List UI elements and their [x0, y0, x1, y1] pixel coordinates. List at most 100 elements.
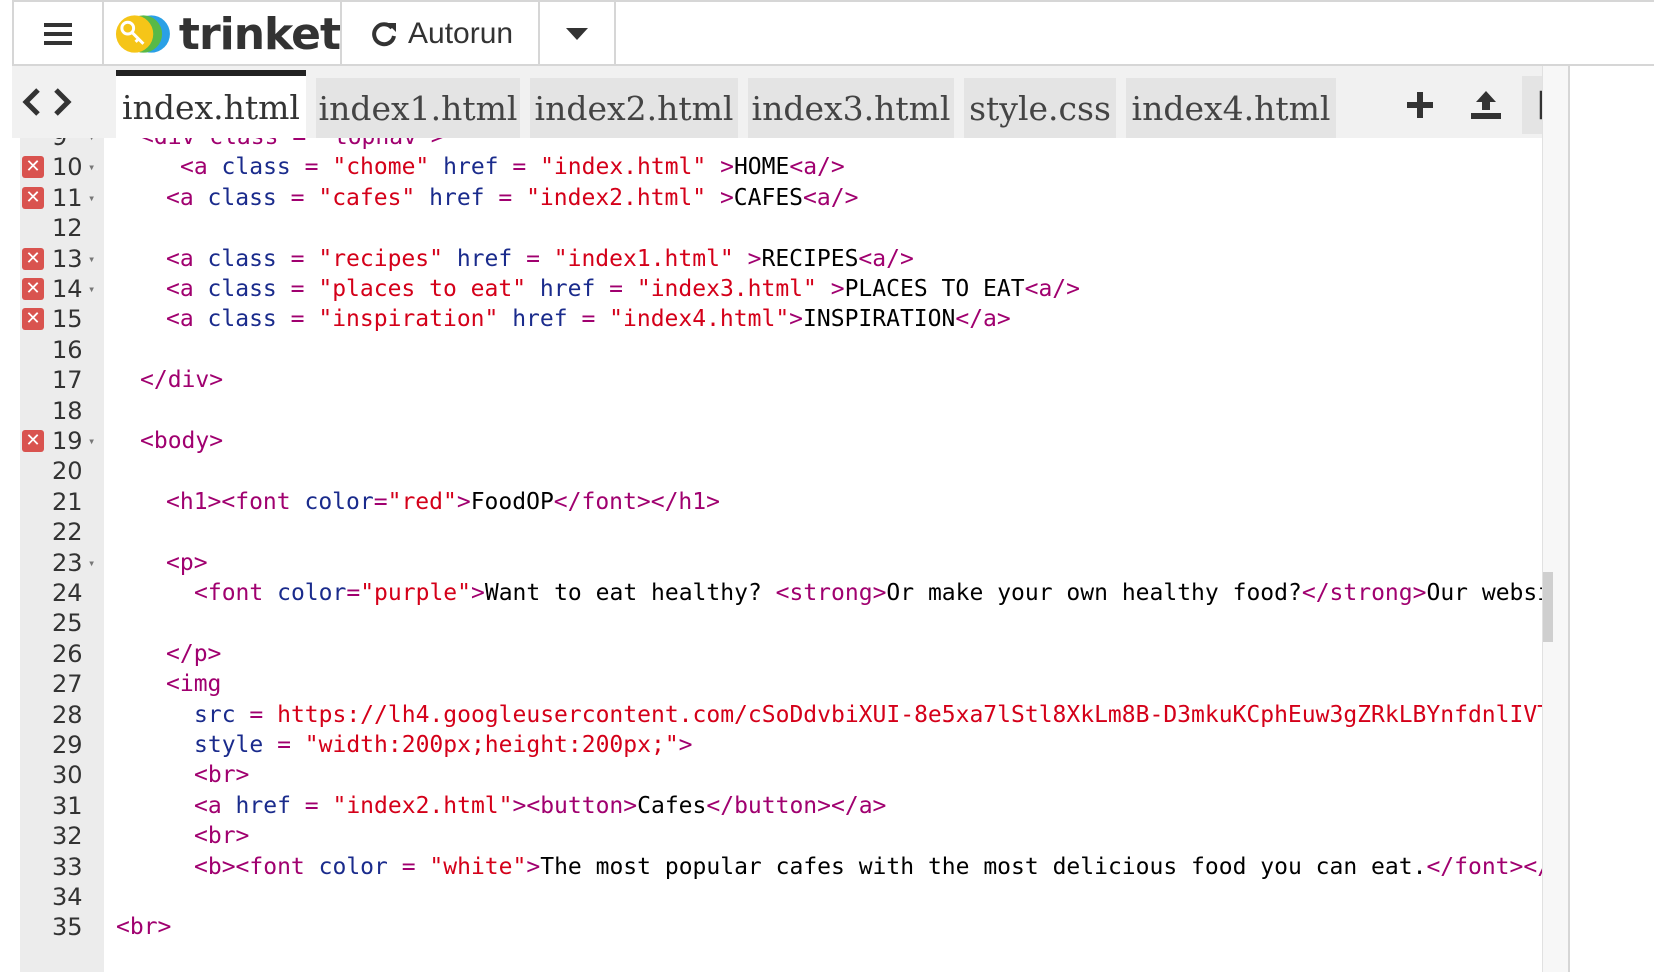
code-line[interactable]: 31 <a href = "index2.html"><button>Cafes<… [12, 791, 1542, 821]
code-tag: > [470, 580, 485, 606]
code-line[interactable]: 19 ✕ ▾ <body> [12, 426, 1542, 456]
code-content: <b><font color = "white">The most popula… [194, 852, 1542, 882]
code-attr: href [415, 184, 485, 211]
code-line[interactable]: 28 src = https://lh4.googleusercontent.co… [12, 700, 1542, 730]
plus-icon [1407, 92, 1433, 118]
code-attr: color [277, 580, 347, 606]
code-text: Want to eat healthy? [484, 580, 776, 606]
upload-icon [1471, 91, 1501, 119]
tab-index3-html[interactable]: index3.html [748, 78, 954, 138]
code-line[interactable]: 34 [12, 882, 1542, 912]
code-string: "index2.html" [526, 184, 707, 211]
code-attr: href [235, 792, 291, 819]
code-editor[interactable]: 9▾<div class = "topnav">10✕▾<a class = "… [12, 138, 1542, 972]
code-tag: > [526, 853, 541, 880]
code-tag: </font></h1> [553, 488, 720, 515]
code-text: HOME [733, 154, 790, 181]
code-line[interactable]: 11 ✕ ▾ <a class = "cafes" href = "index2.ht… [12, 183, 1542, 213]
code-string: "places to eat" [318, 276, 527, 302]
code-content: <img [166, 669, 221, 699]
code-text: RECIPES [761, 245, 859, 272]
code-line[interactable]: 16 [12, 335, 1542, 365]
code-line[interactable]: 20 [12, 456, 1542, 486]
editor-scrollbar-thumb[interactable] [1543, 572, 1553, 642]
fold-toggle-icon[interactable]: ▾ [88, 274, 95, 304]
code-string: "cafes" [318, 184, 416, 211]
code-line[interactable]: 24 <font color="purple">Want to eat healt… [12, 578, 1542, 608]
fold-toggle-icon[interactable]: ▾ [88, 426, 95, 456]
error-marker-icon[interactable]: ✕ [22, 430, 44, 452]
code-line[interactable]: 18 [12, 396, 1542, 426]
line-number: 30 [52, 761, 83, 790]
code-line[interactable]: 22 [12, 517, 1542, 547]
menu-button[interactable] [14, 2, 104, 66]
code-tag: </div> [140, 367, 224, 394]
tab-scroll-arrows [20, 86, 74, 118]
code-attr: class [207, 184, 277, 211]
code-line[interactable]: 10 ✕ ▾ <a class = "chome" href = "index.htm… [12, 152, 1542, 182]
code-line[interactable]: 17 </div> [12, 365, 1542, 395]
fold-toggle-icon[interactable]: ▾ [88, 548, 95, 578]
code-tag: <a/> [858, 245, 914, 272]
code-text: Our websit [1426, 580, 1542, 606]
tab-index-html[interactable]: index.html [116, 70, 306, 138]
line-number: 18 [52, 396, 83, 425]
error-marker-icon[interactable]: ✕ [22, 186, 44, 209]
autorun-label: Autorun [408, 17, 514, 50]
code-line[interactable]: 35 <br> [12, 912, 1542, 942]
code-line[interactable]: 14 ✕ ▾ <a class = "places to eat" href = "i… [12, 274, 1542, 304]
options-dropdown[interactable] [540, 2, 616, 66]
line-number: 16 [52, 335, 83, 364]
chevron-right-icon[interactable] [50, 86, 74, 118]
code-line[interactable]: 12 [12, 213, 1542, 243]
code-attr: href [526, 276, 596, 302]
code-tag: = [290, 792, 333, 819]
fold-toggle-icon[interactable]: ▾ [88, 183, 95, 213]
add-file-button[interactable] [1390, 76, 1450, 134]
code-attr: src [194, 701, 236, 728]
code-tag: </a> [955, 306, 1011, 333]
error-marker-icon[interactable]: ✕ [22, 308, 44, 331]
brand-name: trinket [178, 8, 341, 60]
code-string: "index.html" [540, 154, 707, 181]
error-marker-icon[interactable]: ✕ [22, 247, 44, 270]
refresh-icon [372, 22, 396, 47]
tab-index4-html[interactable]: index4.html [1126, 78, 1336, 138]
fold-toggle-icon[interactable]: ▾ [88, 152, 95, 182]
autorun-button[interactable]: Autorun [342, 2, 540, 66]
code-line[interactable]: 25 [12, 608, 1542, 638]
code-tag: = [235, 701, 278, 728]
tab-index2-html[interactable]: index2.html [530, 78, 738, 138]
code-content: <br> [194, 760, 249, 790]
code-tag: > [456, 488, 471, 515]
code-tag: <font [194, 580, 278, 606]
error-marker-icon[interactable]: ✕ [22, 278, 44, 300]
code-line[interactable]: 32 <br> [12, 821, 1542, 851]
code-line[interactable]: 13 ✕ ▾ <a class = "recipes" href = "index1.… [12, 244, 1542, 274]
editor-scrollbar[interactable] [1542, 66, 1569, 972]
code-line[interactable]: 23 ▾ <p> [12, 548, 1542, 578]
line-number: 24 [52, 579, 83, 607]
fold-toggle-icon[interactable]: ▾ [88, 244, 95, 274]
code-line[interactable]: 33 <b><font color = "white">The most popu… [12, 852, 1542, 882]
code-line[interactable]: 30 <br> [12, 760, 1542, 790]
trinket-logo[interactable]: trinket [104, 2, 342, 66]
code-line[interactable]: 27 <img [12, 669, 1542, 699]
code-line[interactable]: 29 style = "width:200px;height:200px;"> [12, 730, 1542, 760]
code-line[interactable]: 21 <h1><font color="red">FoodOP</font></h… [12, 487, 1542, 517]
upload-button[interactable] [1456, 76, 1516, 134]
fold-toggle-icon[interactable]: ▾ [88, 138, 95, 152]
code-line[interactable]: 26 </p> [12, 639, 1542, 669]
code-tag: <b><font [194, 853, 319, 880]
result-pane [1568, 66, 1654, 972]
code-string: "index4.html" [609, 306, 790, 333]
code-tag: </strong> [1301, 580, 1427, 606]
code-line[interactable]: 15 ✕ <a class = "inspiration" href = "inde… [12, 304, 1542, 334]
chevron-left-icon[interactable] [20, 86, 44, 118]
code-content: <a class = "recipes" href = "index1.html… [166, 244, 914, 274]
code-tag: = [290, 154, 333, 181]
tab-style-css[interactable]: style.css [964, 78, 1116, 138]
tab-index1-html[interactable]: index1.html [316, 78, 520, 138]
error-marker-icon[interactable]: ✕ [22, 156, 44, 179]
code-line[interactable]: 9▾<div class = "topnav"> [12, 138, 1542, 152]
